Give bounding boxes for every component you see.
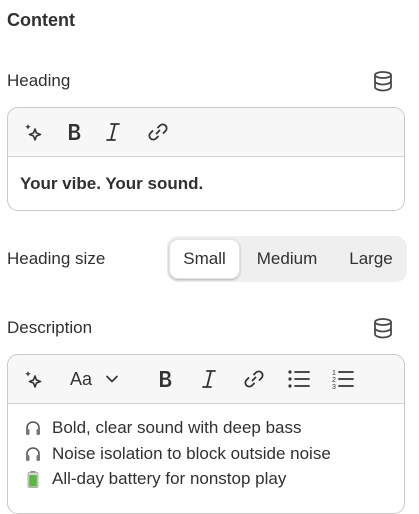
- heading-bold-button[interactable]: [62, 120, 86, 144]
- description-line[interactable]: All-day battery for nonstop play: [24, 469, 286, 489]
- description-ai-button[interactable]: [22, 367, 46, 391]
- heading-size-option-medium[interactable]: Medium: [245, 239, 329, 279]
- heading-ai-button[interactable]: [22, 120, 46, 144]
- description-font-dropdown[interactable]: Aa: [70, 367, 126, 391]
- description-italic-button[interactable]: [197, 367, 221, 391]
- heading-dynamic-source-button[interactable]: [372, 70, 394, 92]
- description-link-button[interactable]: [242, 367, 266, 391]
- heading-size-option-small[interactable]: Small: [169, 239, 240, 279]
- link-icon: [148, 123, 168, 141]
- sparkle-icon: [25, 371, 42, 388]
- description-line-text: Noise isolation to block outside noise: [52, 444, 331, 463]
- svg-text:2: 2: [332, 377, 336, 384]
- heading-toolbar: [8, 108, 404, 157]
- description-dynamic-source-button[interactable]: [372, 317, 394, 339]
- heading-size-option-large[interactable]: Large: [337, 239, 405, 279]
- heading-label: Heading: [7, 71, 71, 90]
- bold-icon: [69, 124, 81, 140]
- description-bullet-list-button[interactable]: [287, 367, 311, 391]
- description-line-text: All-day battery for nonstop play: [52, 469, 287, 488]
- bullet-list-icon: [288, 370, 310, 388]
- description-rich-text-editor: Aa 1 2 3 Bold, clear sound with deep bas…: [7, 354, 405, 514]
- description-label: Description: [7, 318, 93, 337]
- description-line[interactable]: Noise isolation to block outside noise: [24, 444, 331, 464]
- database-icon: [374, 71, 392, 92]
- heading-text-area[interactable]: Your vibe. Your sound.: [8, 157, 404, 194]
- italic-icon: [202, 370, 216, 388]
- headphones-icon: [26, 447, 40, 461]
- section-title: Content: [7, 10, 75, 30]
- bold-icon: [160, 371, 172, 387]
- chevron-down-icon: [106, 375, 118, 383]
- heading-rich-text-editor: Your vibe. Your sound.: [7, 107, 405, 211]
- description-numbered-list-button[interactable]: 1 2 3: [331, 367, 355, 391]
- heading-link-button[interactable]: [146, 120, 170, 144]
- svg-text:1: 1: [332, 370, 336, 377]
- numbered-list-icon: 1 2 3: [332, 370, 354, 390]
- link-icon: [244, 370, 264, 388]
- battery-icon: [27, 471, 39, 488]
- italic-icon: [106, 123, 120, 141]
- description-bold-button[interactable]: [153, 367, 177, 391]
- sparkle-icon: [25, 124, 42, 141]
- headphones-icon: [26, 421, 40, 435]
- svg-text:3: 3: [332, 384, 336, 390]
- description-line[interactable]: Bold, clear sound with deep bass: [24, 418, 302, 438]
- database-icon: [374, 318, 392, 339]
- heading-size-label: Heading size: [7, 249, 106, 268]
- heading-italic-button[interactable]: [101, 120, 125, 144]
- heading-size-segmented-control: Small Medium Large: [167, 236, 407, 282]
- font-style-label: Aa: [70, 368, 93, 389]
- description-toolbar: Aa 1 2 3: [8, 355, 404, 404]
- description-line-text: Bold, clear sound with deep bass: [52, 418, 302, 437]
